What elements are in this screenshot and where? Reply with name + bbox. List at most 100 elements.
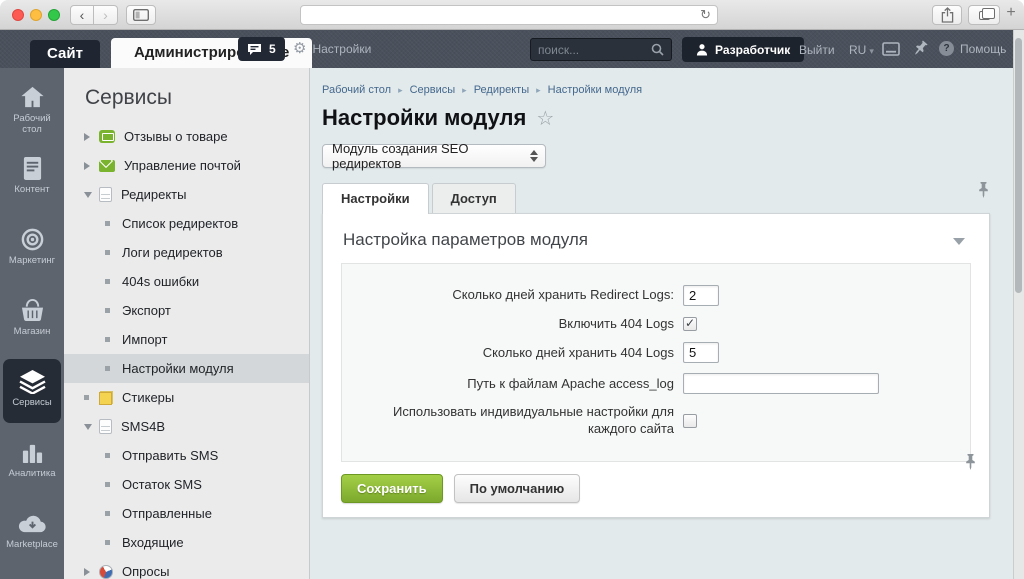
gear-icon: ⚙ [293,41,306,56]
menu-item-import[interactable]: Импорт [64,325,309,354]
browser-back-button[interactable]: ‹ [70,5,94,25]
menu-item-redirects[interactable]: Редиректы [64,180,309,209]
nav-settings-button[interactable]: ⚙ Настройки [293,41,371,56]
menu-item-label: Отправленные [122,506,212,521]
apache-access-log-path-input[interactable] [683,373,879,394]
chevron-right-icon[interactable] [84,133,99,141]
field-label: Включить 404 Logs [342,316,674,332]
mail-control-icon [99,160,115,172]
tab-settings[interactable]: Настройки [322,183,429,214]
menu-item-redirect-list[interactable]: Список редиректов [64,209,309,238]
message-bubble-icon [247,43,262,56]
new-tab-button[interactable]: + [1002,4,1020,22]
hotkeys-icon [882,42,900,56]
pin-buttons-button[interactable] [965,454,976,475]
per-site-settings-checkbox[interactable] [683,414,697,428]
browser-sidebar-button[interactable] [126,5,156,25]
notifications-button[interactable]: 5 [238,37,285,61]
sidebar-item-services[interactable]: Сервисы [3,359,61,423]
menu-item-export[interactable]: Экспорт [64,296,309,325]
reload-icon[interactable]: ↻ [700,7,711,23]
browser-address-bar[interactable]: ↻ [300,5,718,25]
browser-share-button[interactable] [932,5,962,25]
close-window-button[interactable] [12,9,24,21]
menu-item-sent[interactable]: Отправленные [64,499,309,528]
sidebar-item-marketplace[interactable]: Marketplace [3,501,61,565]
menu-item-polls[interactable]: Опросы [64,557,309,579]
module-rail: Рабочий стол Контент Маркетинг Магазин С… [0,68,64,579]
hotkeys-button[interactable] [882,42,900,61]
minimize-window-button[interactable] [30,9,42,21]
language-selector[interactable]: RU▾ [849,43,874,57]
form-row-enable-404-logs: Включить 404 Logs [342,316,970,332]
redirect-logs-days-input[interactable] [683,285,719,306]
scrollbar-thumb[interactable] [1015,38,1022,293]
search-input[interactable]: поиск... [530,38,672,61]
module-select[interactable]: Модуль создания SEO редиректов [322,144,546,168]
breadcrumb-link[interactable]: Настройки модуля [548,84,642,96]
sidebar-item-label: Маркетинг [3,255,61,266]
sidebar-item-content[interactable]: Контент [3,146,61,210]
page-scrollbar[interactable] [1013,30,1024,579]
tab-access[interactable]: Доступ [432,183,516,213]
chevron-down-icon[interactable] [84,424,99,430]
help-label: Помощь [960,42,1006,56]
sidebar-item-shop[interactable]: Магазин [3,288,61,352]
menu-item-send-sms[interactable]: Отправить SMS [64,441,309,470]
analytics-icon [3,438,61,466]
bullet-icon [105,250,110,255]
site-tab[interactable]: Сайт [30,40,100,68]
pin-menu-button[interactable] [908,39,930,62]
menu-item-sms-balance[interactable]: Остаток SMS [64,470,309,499]
sidebar-item-label: Рабочий стол [3,113,61,136]
menu-item-404-errors[interactable]: 404s ошибки [64,267,309,296]
menu-item-sms4b[interactable]: SMS4B [64,412,309,441]
chevron-right-icon[interactable] [84,162,99,170]
404-logs-days-input[interactable] [683,342,719,363]
redirects-icon [99,187,112,202]
chevron-down-icon[interactable] [84,192,99,198]
sidebar-item-label: Аналитика [3,468,61,479]
breadcrumb-separator-icon: ▸ [462,85,467,95]
menu-item-label: Входящие [122,535,184,550]
menu-item-redirect-logs[interactable]: Логи редиректов [64,238,309,267]
menu-item-product-reviews[interactable]: Отзывы о товаре [64,122,309,151]
collapse-icon[interactable] [953,238,965,245]
menu-item-label: Редиректы [121,187,186,202]
bullet-icon[interactable] [84,395,99,400]
question-mark-icon: ? [939,41,954,56]
stickers-icon [99,391,113,405]
menu-item-label: Отправить SMS [122,448,218,463]
enable-404-logs-checkbox[interactable] [683,317,697,331]
chevron-right-icon[interactable] [84,568,99,576]
sidebar-item-marketing[interactable]: Маркетинг [3,217,61,281]
menu-item-label: Опросы [122,564,169,579]
menu-item-mail-control[interactable]: Управление почтой [64,151,309,180]
logout-link[interactable]: Выйти [799,43,835,57]
sidebar-item-desktop[interactable]: Рабочий стол [3,75,61,139]
search-placeholder: поиск... [538,43,579,57]
zoom-window-button[interactable] [48,9,60,21]
section-header[interactable]: Настройка параметров модуля [323,214,989,263]
breadcrumb-link[interactable]: Рабочий стол [322,84,391,96]
menu-item-module-settings[interactable]: Настройки модуля [64,354,309,383]
breadcrumb-link[interactable]: Редиректы [474,84,529,96]
bullet-icon [105,511,110,516]
app-area: Рабочий стол Контент Маркетинг Магазин С… [0,68,1013,579]
menu-item-stickers[interactable]: Стикеры [64,383,309,412]
developer-button[interactable]: Разработчик [682,37,804,62]
nav-settings-label: Настройки [312,42,371,56]
sidebar-item-label: Контент [3,184,61,195]
browser-forward-button[interactable]: › [94,5,118,25]
share-icon [941,7,954,23]
help-button[interactable]: ? Помощь [939,41,1006,56]
save-button[interactable]: Сохранить [341,474,443,503]
sms4b-icon [99,419,112,434]
browser-tabs-overview-button[interactable] [968,5,1000,25]
breadcrumb-link[interactable]: Сервисы [410,84,456,96]
default-button[interactable]: По умолчанию [454,474,581,503]
favorite-star-icon[interactable]: ☆ [536,106,554,131]
menu-item-inbox[interactable]: Входящие [64,528,309,557]
menu-item-label: Экспорт [122,303,171,318]
sidebar-item-analytics[interactable]: Аналитика [3,430,61,494]
